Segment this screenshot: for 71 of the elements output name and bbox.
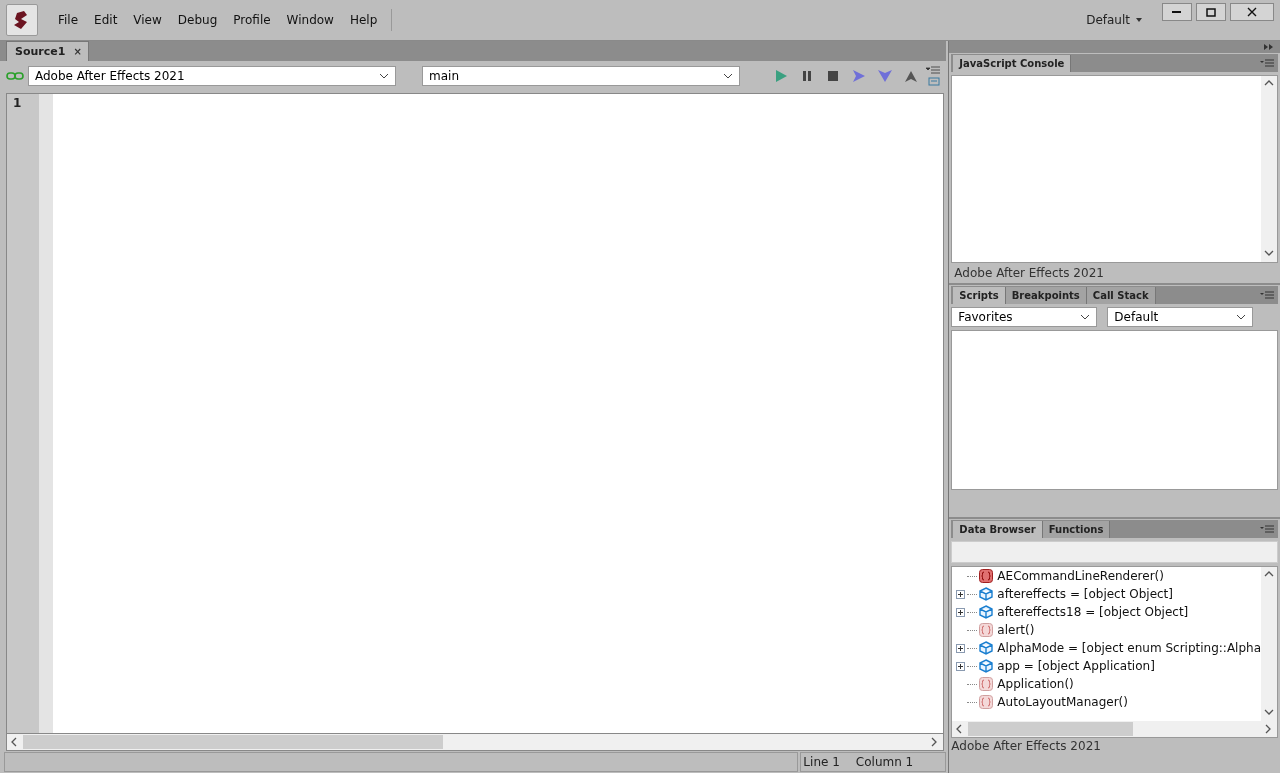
workspace-switcher[interactable]: Default [1086,13,1142,27]
chevron-down-icon [723,73,733,79]
vertical-scrollbar[interactable] [1261,567,1277,721]
code-editor[interactable]: 1 [6,93,945,734]
menu-item[interactable]: Window [280,13,340,27]
tree-item[interactable]: AutoLayoutManager() [997,695,1128,709]
braces-icon [979,677,994,691]
tree-item[interactable]: AlphaMode = [object enum Scripting::Alpha [997,641,1261,655]
engine-dropdown[interactable]: main [422,66,740,86]
cube-icon [979,659,994,673]
caret-icon [1136,18,1142,22]
right-arrowhead-icon [853,70,866,82]
expand-icon[interactable] [956,607,966,617]
expand-icon[interactable] [956,589,966,599]
line-number: 1 [13,96,23,110]
menu-item[interactable]: View [127,13,168,27]
close-icon [1247,7,1257,17]
document-tab[interactable]: Source1 × [6,41,89,61]
menu-item[interactable]: Profile [227,13,277,27]
menu-item[interactable]: Edit [88,13,124,27]
panel-tab[interactable]: Data Browser [953,521,1043,538]
close-button[interactable] [1230,3,1274,21]
tree-item[interactable]: aftereffects18 = [object Object] [997,605,1189,619]
tree-item[interactable]: app = [object Application] [997,659,1155,673]
console-target-label: Adobe After Effects 2021 [953,265,1105,282]
down-arrowhead-icon [878,70,893,82]
chevron-down-icon [1080,314,1091,320]
maximize-icon [1206,7,1216,17]
stop-icon [828,71,839,81]
play-icon [775,70,788,82]
chevron-down-icon [1236,314,1247,320]
vertical-scrollbar[interactable] [1261,76,1277,262]
cube-icon [979,587,994,601]
app-logo [6,4,38,36]
expand-icon[interactable] [956,661,966,671]
target-dropdown[interactable]: Adobe After Effects 2021 [28,66,396,86]
tree-item[interactable]: aftereffects = [object Object] [997,587,1173,601]
collapse-panel-icon[interactable] [1264,44,1274,50]
scripts-filter-dropdown[interactable]: Favorites [951,307,1098,327]
braces-icon [979,623,994,637]
menu-item[interactable]: Debug [171,13,224,27]
menu-item[interactable]: File [52,13,85,27]
tab-close-button[interactable]: × [73,46,82,57]
cube-icon [979,641,994,655]
expand-icon[interactable] [956,643,966,653]
panel-tab[interactable]: Functions [1042,521,1111,538]
maximize-button[interactable] [1196,3,1226,21]
tree-item[interactable]: Application() [997,677,1074,691]
menu-item[interactable]: Help [343,13,384,27]
horizontal-scrollbar[interactable] [6,734,945,751]
braces-icon [979,695,994,709]
panel-tab[interactable]: Scripts [953,287,1006,304]
tree-item[interactable]: alert() [997,623,1035,637]
tree-item[interactable]: AECommandLineRenderer() [997,569,1164,583]
minimize-icon [1172,10,1182,14]
chevron-down-icon [379,73,389,79]
scripts-group-dropdown[interactable]: Default [1107,307,1254,327]
up-arrowhead-icon [905,70,918,82]
braces-icon [979,569,994,583]
cube-icon [979,605,994,619]
horizontal-scrollbar[interactable] [952,721,1277,737]
data-browser-target-label: Adobe After Effects 2021 [951,738,1102,755]
panel-tab[interactable]: Breakpoints [1005,287,1087,304]
panel-tab[interactable]: JavaScript Console [953,55,1072,72]
line-indicator: Line 1 [803,755,840,769]
minimize-button[interactable] [1162,3,1192,21]
column-indicator: Column 1 [855,755,914,769]
tab-title: Source1 [15,45,66,58]
panel-tab[interactable]: Call Stack [1086,287,1156,304]
pause-icon [802,71,813,81]
filter-field[interactable] [951,541,1278,563]
